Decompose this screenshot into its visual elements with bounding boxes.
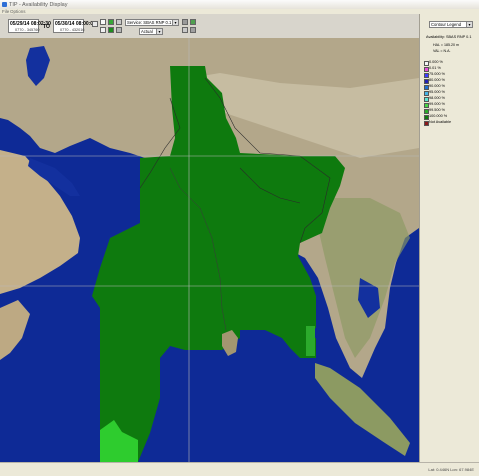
chevron-down-icon: ▾ — [156, 29, 162, 34]
cursor-coordinates: Lat: 0.446N Lon: 67.984E — [428, 467, 474, 472]
chevron-down-icon: ▾ — [172, 20, 178, 25]
status-bar: Lat: 0.446N Lon: 67.984E — [0, 462, 479, 476]
mode-select-value: Actual — [141, 29, 153, 34]
legend-label: 98.000 % — [429, 96, 446, 100]
toolbar: 05/29/14 08:02:30 0770 - 345760 TO 05/30… — [0, 14, 479, 39]
legend-label: 95.000 % — [429, 90, 446, 94]
refresh-icon-button[interactable] — [108, 27, 114, 33]
hal-value: HAL = 185.20 m — [433, 43, 459, 47]
map-canvas — [0, 38, 419, 462]
settings-icon-button[interactable] — [182, 27, 188, 33]
end-date-sub: 0770 - 432016 — [60, 27, 85, 32]
service-select[interactable]: Service: SBAS RNP 0.1 ▾ — [125, 19, 179, 26]
print-icon-button[interactable] — [182, 19, 188, 25]
to-label: TO — [43, 24, 50, 30]
availability-map[interactable] — [0, 38, 419, 462]
val-value: VAL = N.A. — [433, 49, 451, 53]
service-select-value: Service: SBAS RNP 0.1 — [127, 20, 172, 25]
legend-label: 80.000 % — [429, 78, 446, 82]
legend-panel: Contour Legend ▾ Availability: SBAS RNP … — [419, 14, 479, 462]
play-icon-button[interactable] — [108, 19, 114, 25]
legend-label: 75.000 % — [429, 72, 446, 76]
legend-label: 90.000 % — [429, 84, 446, 88]
minus-button[interactable] — [92, 21, 98, 27]
export-icon-button[interactable] — [190, 19, 196, 25]
legend-label: 100.000 % — [429, 114, 448, 118]
legend-label: Not Available — [429, 120, 452, 124]
layers-icon-button[interactable] — [116, 27, 122, 33]
start-date-field[interactable]: 05/29/14 08:02:30 0770 - 345760 — [8, 19, 51, 33]
view-select[interactable]: Contour Legend ▾ — [429, 21, 473, 28]
legend-label: 99.000 % — [429, 102, 446, 106]
help-icon-button[interactable] — [190, 27, 196, 33]
map-icon-button[interactable] — [100, 19, 106, 25]
end-date: 05/30/14 08:00:00 — [55, 21, 96, 27]
availability-patch-andaman — [306, 326, 315, 356]
legend-label: 0.000 % — [429, 60, 443, 64]
window-title: TIP - Availability Display — [9, 1, 68, 8]
end-date-field[interactable]: 05/30/14 08:00:00 0770 - 432016 — [53, 19, 96, 33]
start-date-sub: 0770 - 345760 — [15, 27, 40, 32]
grid-icon-button[interactable] — [116, 19, 122, 25]
legend-label: 99.500 % — [429, 108, 446, 112]
availability-label: Availability: SBAS RNP 0.1 — [426, 35, 472, 39]
legend-label: 0.01 % — [429, 66, 441, 70]
chevron-down-icon: ▾ — [466, 22, 472, 27]
zoom-icon-button[interactable] — [100, 27, 106, 33]
mode-select[interactable]: Actual ▾ — [139, 28, 163, 35]
view-select-value: Contour Legend — [431, 22, 462, 27]
app-icon — [2, 2, 7, 7]
